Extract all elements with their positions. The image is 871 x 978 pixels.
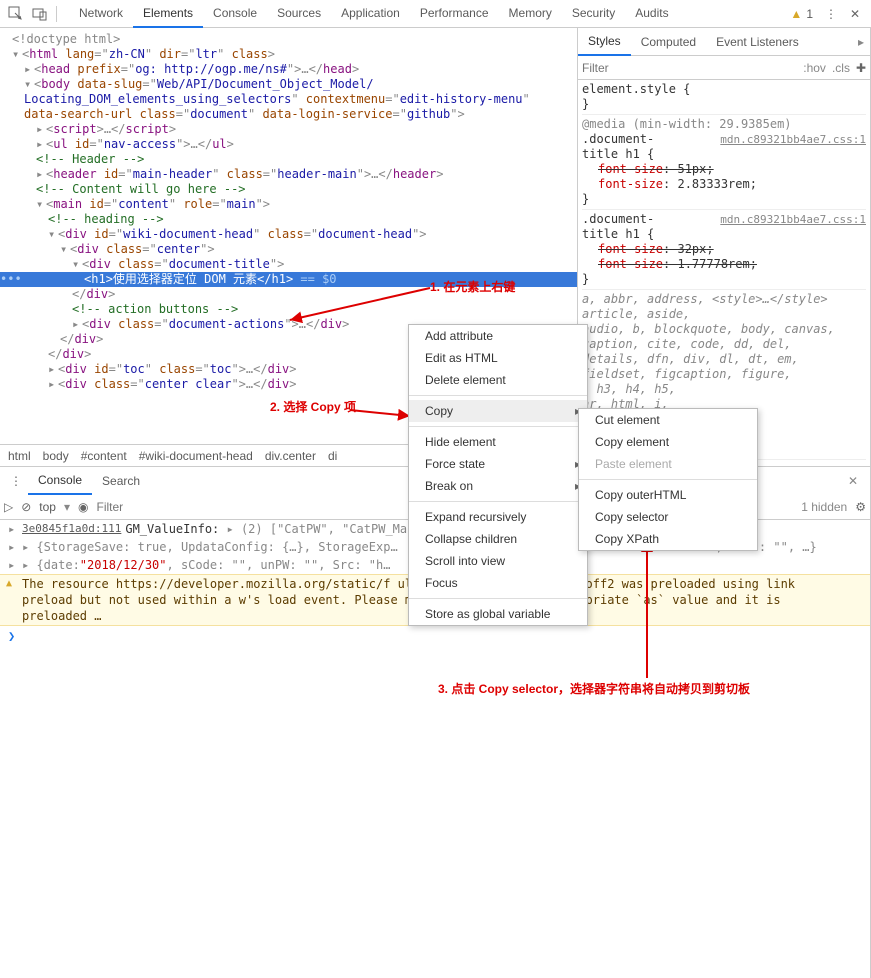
styles-header: Styles Computed Event Listeners ▸: [578, 28, 870, 56]
tab-performance[interactable]: Performance: [410, 0, 499, 28]
annotation-1: 1. 在元素上右键: [430, 278, 515, 295]
tab-console-drawer[interactable]: Console: [28, 467, 92, 495]
ctx-break-on[interactable]: Break on: [409, 475, 587, 497]
tab-search-drawer[interactable]: Search: [92, 468, 150, 494]
warn-badge[interactable]: ▲1: [784, 7, 819, 21]
context-submenu: Cut element Copy element Paste element C…: [578, 408, 758, 551]
devtools-toolbar: Network Elements Console Sources Applica…: [0, 0, 871, 28]
styles-body[interactable]: element.style {} @media (min-width: 29.9…: [578, 80, 870, 460]
ctx-scroll[interactable]: Scroll into view: [409, 550, 587, 572]
clear-icon[interactable]: ⊘: [21, 500, 31, 514]
tab-styles[interactable]: Styles: [578, 28, 631, 56]
tab-network[interactable]: Network: [69, 0, 133, 28]
ctx-copy-selector[interactable]: Copy selector: [579, 506, 757, 528]
console-prompt[interactable]: ❯: [0, 626, 870, 646]
tab-elements[interactable]: Elements: [133, 0, 203, 28]
tab-computed[interactable]: Computed: [631, 29, 706, 55]
panel-tabs: Network Elements Console Sources Applica…: [69, 0, 784, 28]
tab-sources[interactable]: Sources: [267, 0, 331, 28]
ctx-cut[interactable]: Cut element: [579, 409, 757, 431]
ctx-edit-html[interactable]: Edit as HTML: [409, 347, 587, 369]
context-menu: Add attribute Edit as HTML Delete elemen…: [408, 324, 588, 626]
ctx-store-global[interactable]: Store as global variable: [409, 603, 587, 625]
cls-toggle[interactable]: .cls: [832, 61, 850, 75]
hidden-count: 1 hidden: [801, 500, 847, 514]
inspect-icon[interactable]: [4, 2, 28, 26]
crumb-content[interactable]: #content: [77, 449, 135, 463]
ctx-copy[interactable]: Copy: [409, 400, 587, 422]
more-icon[interactable]: ⋮: [819, 2, 843, 26]
crumb-div[interactable]: di: [324, 449, 345, 463]
crumb-html[interactable]: html: [4, 449, 39, 463]
tab-application[interactable]: Application: [331, 0, 410, 28]
ctx-expand[interactable]: Expand recursively: [409, 506, 587, 528]
tab-audits[interactable]: Audits: [625, 0, 678, 28]
add-rule-icon[interactable]: ✚: [856, 61, 866, 75]
ctx-add-attribute[interactable]: Add attribute: [409, 325, 587, 347]
hov-toggle[interactable]: :hov: [803, 61, 826, 75]
ctx-collapse[interactable]: Collapse children: [409, 528, 587, 550]
device-icon[interactable]: [28, 2, 52, 26]
styles-filter-input[interactable]: [582, 61, 797, 75]
ctx-focus[interactable]: Focus: [409, 572, 587, 594]
crumb-wiki[interactable]: #wiki-document-head: [135, 449, 261, 463]
ctx-copy-el[interactable]: Copy element: [579, 431, 757, 453]
ctx-copy-outer[interactable]: Copy outerHTML: [579, 484, 757, 506]
ctx-copy-xpath[interactable]: Copy XPath: [579, 528, 757, 550]
eye-icon[interactable]: ◉: [78, 500, 88, 514]
tab-listeners[interactable]: Event Listeners: [706, 29, 809, 55]
ctx-hide[interactable]: Hide element: [409, 431, 587, 453]
crumb-body[interactable]: body: [39, 449, 77, 463]
ctx-force-state[interactable]: Force state: [409, 453, 587, 475]
close-icon[interactable]: ✕: [843, 2, 867, 26]
annotation-3: 3. 点击 Copy selector，选择器字符串将自动拷贝到剪切板: [438, 680, 750, 697]
ctx-delete[interactable]: Delete element: [409, 369, 587, 391]
crumb-center[interactable]: div.center: [261, 449, 324, 463]
tab-memory[interactable]: Memory: [499, 0, 562, 28]
tab-console[interactable]: Console: [203, 0, 267, 28]
annotation-2: 2. 选择 Copy 项: [270, 398, 356, 415]
ctx-paste: Paste element: [579, 453, 757, 475]
settings-icon[interactable]: ⚙: [855, 500, 866, 514]
scope-select[interactable]: top: [39, 500, 56, 514]
execute-icon[interactable]: ▷: [4, 500, 13, 514]
tab-security[interactable]: Security: [562, 0, 625, 28]
